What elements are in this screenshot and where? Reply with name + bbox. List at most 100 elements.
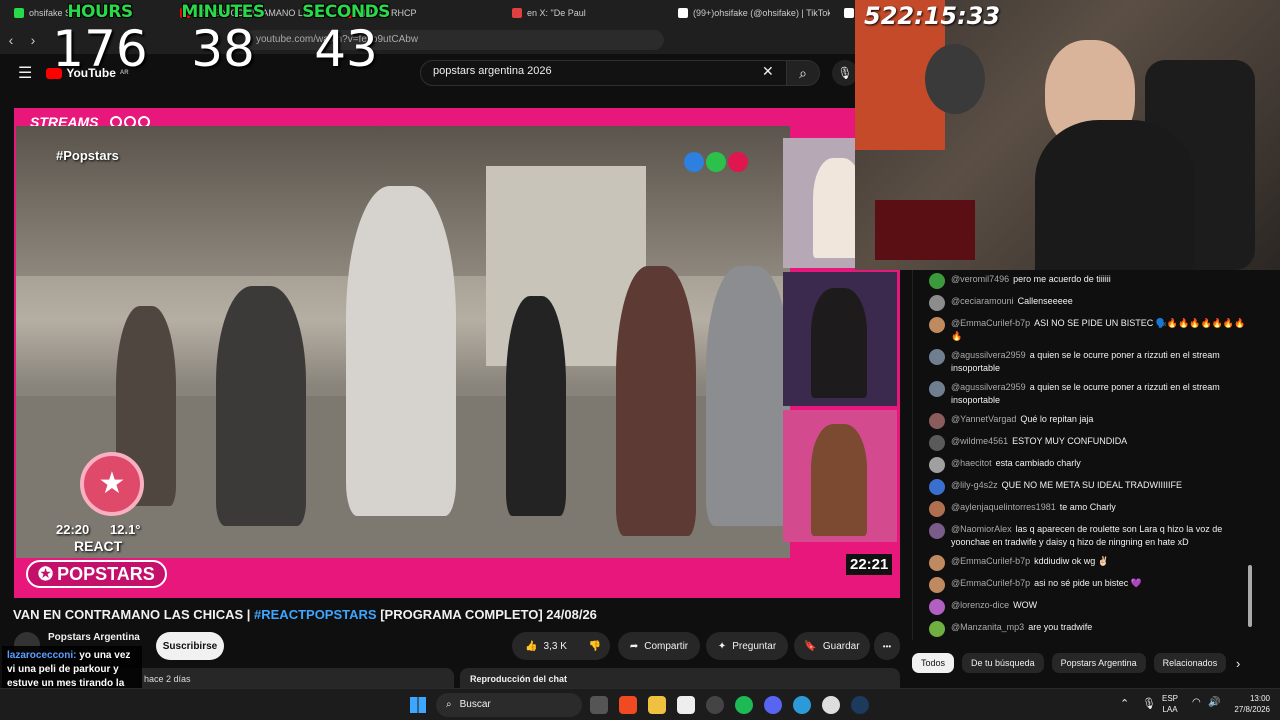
chat-author[interactable]: @EmmaCurilef-b7p: [951, 578, 1030, 588]
chat-author[interactable]: @EmmaCurilef-b7p: [951, 556, 1030, 566]
discord-icon[interactable]: [764, 696, 782, 714]
chat-text: WOW: [1013, 600, 1038, 610]
chat-scrollbar[interactable]: [1248, 565, 1252, 627]
chat-author[interactable]: @lily-g4s2z: [951, 480, 998, 490]
chat-author[interactable]: @EmmaCurilef-b7p: [951, 318, 1030, 328]
save-button[interactable]: 🔖 Guardar: [794, 632, 870, 660]
chat-avatar[interactable]: [929, 349, 945, 365]
edge-icon[interactable]: [793, 696, 811, 714]
chat-avatar[interactable]: [929, 381, 945, 397]
mic-tray-icon[interactable]: 🎙: [1142, 697, 1156, 710]
filter-chip[interactable]: Todos: [912, 653, 955, 673]
chat-avatar[interactable]: [929, 295, 945, 311]
app-icon[interactable]: [677, 696, 695, 714]
tray-chevron-icon[interactable]: ⌃: [1120, 697, 1129, 710]
clock-date: 27/8/2026: [1234, 705, 1270, 714]
chat-avatar[interactable]: [929, 599, 945, 615]
filter-chip[interactable]: Popstars Argentina: [1051, 653, 1146, 673]
obs-icon[interactable]: [706, 696, 724, 714]
video-clock: 22:21: [846, 554, 893, 575]
chat-author[interactable]: @aylenjaquelintorres1981: [951, 502, 1056, 512]
chips-next-icon[interactable]: ›: [1236, 656, 1240, 671]
like-count: 3,3 K: [543, 640, 567, 652]
chat-avatar[interactable]: [929, 621, 945, 637]
live-chat-replay[interactable]: @veromil7496 pero me acuerdo de tiiiiii @c…: [912, 270, 1256, 640]
chat-avatar[interactable]: [929, 413, 945, 429]
chat-message-body: @haecitot esta cambiado charly: [951, 457, 1081, 473]
tab-label: VAN EN CONTRAMANO LAS: [195, 8, 315, 18]
menu-icon[interactable]: ☰: [18, 63, 32, 83]
windows-start-icon[interactable]: [410, 697, 426, 713]
chat-avatar[interactable]: [929, 273, 945, 289]
chat-avatar[interactable]: [929, 479, 945, 495]
chat-author[interactable]: @NaomiorAlex: [951, 524, 1012, 534]
browser-tab[interactable]: INICIO RHCP: [338, 2, 498, 24]
steam-icon[interactable]: [851, 696, 869, 714]
dislike-button[interactable]: 👎: [580, 632, 610, 660]
chat-author[interactable]: @lorenzo-dice: [951, 600, 1009, 610]
back-icon[interactable]: ‹: [0, 32, 22, 48]
skull-app-icon[interactable]: [822, 696, 840, 714]
browser-tab[interactable]: VAN EN CONTRAMANO LAS: [172, 2, 332, 24]
search-input[interactable]: popstars argentina 2026: [420, 60, 788, 86]
hashtag-label: #Popstars: [56, 148, 119, 163]
lang-code: ESP: [1162, 694, 1179, 703]
browser-tab[interactable]: ohsifake S: [6, 2, 166, 24]
chat-author[interactable]: @agussilvera2959: [951, 382, 1026, 392]
chat-author[interactable]: @YannetVargad: [951, 414, 1016, 424]
wifi-icon[interactable]: ◠: [1192, 697, 1201, 708]
search-button[interactable]: ⌕: [786, 60, 820, 86]
volume-icon[interactable]: 🔊: [1208, 697, 1220, 708]
search-icon: ⌕: [446, 699, 452, 710]
brave-icon[interactable]: [619, 696, 637, 714]
chat-avatar[interactable]: [929, 555, 945, 571]
video-frame[interactable]: #Popstars ★ 22:20 12.1° REACT: [16, 126, 790, 558]
time-small: 22:20: [56, 522, 90, 537]
spotify-icon[interactable]: [735, 696, 753, 714]
chat-avatar[interactable]: [929, 501, 945, 517]
chat-message: @ceciaramouni Callenseeeee: [913, 292, 1256, 314]
browser-tab[interactable]: en X: "De Paul: [504, 2, 664, 24]
file-explorer-icon[interactable]: [648, 696, 666, 714]
share-button[interactable]: ➦ Compartir: [618, 632, 700, 660]
url-field[interactable]: youtube.com/watch?v=fezb9utCAbw: [244, 30, 664, 50]
subscribe-button[interactable]: Suscribirse: [156, 632, 224, 660]
channel-name[interactable]: Popstars Argentina: [48, 632, 140, 643]
chat-author[interactable]: @agussilvera2959: [951, 350, 1026, 360]
chat-text: QUE NO ME META SU IDEAL TRADWIIIIIFE: [1001, 480, 1183, 490]
chat-avatar[interactable]: [929, 523, 945, 539]
taskbar-search[interactable]: ⌕ Buscar: [436, 693, 582, 717]
chat-avatar[interactable]: [929, 457, 945, 473]
chat-avatar[interactable]: [929, 435, 945, 451]
chat-author[interactable]: @veromil7496: [951, 274, 1009, 284]
chat-author[interactable]: @Manzanita_mp3: [951, 622, 1024, 632]
temperature: 12.1°: [110, 522, 141, 537]
chat-replay-box[interactable]: Reproducción del chat: [460, 668, 900, 688]
more-button[interactable]: •••: [874, 632, 900, 660]
browser-tab[interactable]: (99+)ohsifake (@ohsifake) | TikTok: [670, 2, 830, 24]
chat-author[interactable]: @wildme4561: [951, 436, 1008, 446]
chat-message-body: @Manzanita_mp3 are you tradwife: [951, 621, 1092, 637]
title-hashtag[interactable]: #REACTPOPSTARS: [254, 607, 377, 622]
clear-search-icon[interactable]: ✕: [762, 63, 774, 80]
chat-author[interactable]: @haecitot: [951, 458, 992, 468]
chat-message-body: @ceciaramouni Callenseeeee: [951, 295, 1073, 311]
filter-chip[interactable]: De tu búsqueda: [962, 653, 1044, 673]
taskbar-search-label: Buscar: [459, 699, 491, 710]
chat-avatar[interactable]: [929, 317, 945, 333]
chat-text: esta cambiado charly: [995, 458, 1081, 468]
sparkle-icon: ✦: [717, 640, 727, 652]
tab-label: (99+)ohsifake (@ohsifake) | TikTok: [693, 8, 830, 18]
like-button[interactable]: 👍 3,3 K: [512, 632, 580, 660]
chat-author[interactable]: @ceciaramouni: [951, 296, 1014, 306]
forward-icon[interactable]: ›: [22, 32, 44, 48]
task-view-icon[interactable]: [590, 696, 608, 714]
thumb-down-icon: 👎: [588, 640, 602, 652]
ask-button[interactable]: ✦ Preguntar: [706, 632, 788, 660]
chat-avatar[interactable]: [929, 577, 945, 593]
clock[interactable]: 13:00 27/8/2026: [1226, 693, 1270, 715]
star-icon: ✪: [38, 563, 54, 584]
youtube-logo[interactable]: YouTube AR: [46, 66, 129, 80]
filter-chip[interactable]: Relacionados: [1153, 653, 1227, 673]
language-indicator[interactable]: ESP LAA: [1162, 693, 1178, 715]
